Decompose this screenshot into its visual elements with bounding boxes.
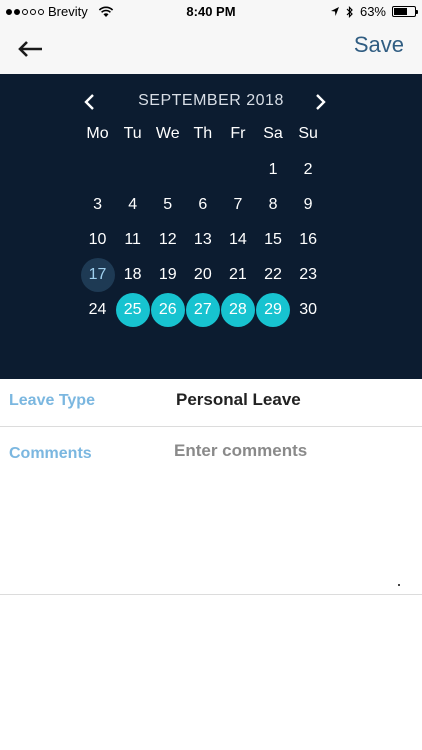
calendar-date[interactable]: 30	[291, 293, 325, 327]
day-cell: 22	[255, 257, 290, 292]
day-cell: 30	[291, 292, 326, 327]
calendar-date[interactable]: 4	[116, 188, 150, 222]
calendar-header: SEPTEMBER 2018	[0, 90, 422, 114]
day-cell: 18	[115, 257, 150, 292]
calendar-date[interactable]: 23	[291, 258, 325, 292]
selected-date[interactable]: 28	[220, 292, 255, 327]
weekday-header: We	[155, 125, 180, 142]
day-cell: 3	[80, 187, 115, 222]
empty-day-cell	[80, 152, 115, 187]
save-button[interactable]: Save	[354, 32, 404, 58]
calendar-date[interactable]: 1	[256, 153, 290, 187]
calendar-date[interactable]: 11	[116, 223, 150, 257]
calendar-date[interactable]: 12	[151, 223, 185, 257]
day-cell: 10	[80, 222, 115, 257]
calendar-date[interactable]: 8	[256, 188, 290, 222]
empty-day-cell	[150, 152, 185, 187]
day-cell: 27	[185, 292, 220, 327]
day-cell: 26	[150, 292, 185, 327]
back-button[interactable]	[16, 34, 46, 64]
day-cell: 11	[115, 222, 150, 257]
selected-date[interactable]: 29	[256, 292, 291, 327]
status-right: 63%	[330, 4, 418, 19]
calendar-date[interactable]: 13	[186, 223, 220, 257]
day-cell: 29	[255, 292, 291, 327]
month-label: SEPTEMBER 2018	[138, 92, 284, 109]
day-cell: 12	[150, 222, 185, 257]
day-cell: 19	[150, 257, 185, 292]
comments-label: Comments	[9, 445, 92, 462]
nav-bar: Save	[0, 24, 422, 74]
day-cell: 13	[185, 222, 220, 257]
day-cell: 7	[220, 187, 255, 222]
weekday-header: Tu	[123, 125, 142, 142]
resize-dot	[398, 584, 400, 586]
calendar-date[interactable]: 6	[186, 188, 220, 222]
day-cell: 9	[291, 187, 326, 222]
day-cell: 28	[220, 292, 255, 327]
weekday-header: Fr	[230, 125, 246, 142]
arrow-left-icon	[18, 41, 42, 57]
calendar-date[interactable]: 10	[81, 223, 115, 257]
calendar-date[interactable]: 24	[81, 293, 115, 327]
calendar-grid: Mo Tu We Th Fr Sa Su 1 2 3 4 5 6 7 8 9 10 11 12 13 14 15 16 17 1…	[80, 116, 326, 327]
status-bar: Brevity 8:40 PM 63%	[0, 0, 422, 24]
day-cell: 25	[115, 292, 150, 327]
calendar-date[interactable]: 2	[291, 153, 325, 187]
empty-day-cell	[115, 152, 150, 187]
calendar-date[interactable]: 16	[291, 223, 325, 257]
empty-day-cell	[220, 152, 255, 187]
empty-day-cell	[185, 152, 220, 187]
battery-percent: 63%	[359, 4, 386, 19]
day-cell: 24	[80, 292, 115, 327]
day-cell: 1	[255, 152, 290, 187]
selected-date[interactable]: 25	[115, 292, 150, 327]
weekday-header: Sa	[263, 125, 283, 142]
calendar-date[interactable]: 3	[81, 188, 115, 222]
calendar-date[interactable]: 22	[256, 258, 290, 292]
selected-date[interactable]: 26	[150, 292, 185, 327]
calendar-date[interactable]: 9	[291, 188, 325, 222]
leave-type-label: Leave Type	[9, 392, 95, 409]
day-cell: 5	[150, 187, 185, 222]
comments-row: Comments	[0, 427, 422, 595]
selected-date[interactable]: 27	[185, 292, 220, 327]
leave-type-selector[interactable]: Personal Leave	[176, 390, 301, 410]
calendar-date[interactable]: 7	[221, 188, 255, 222]
weekday-header: Th	[193, 125, 213, 142]
day-cell: 15	[255, 222, 290, 257]
today-date[interactable]: 17	[80, 257, 115, 292]
day-cell: 21	[220, 257, 255, 292]
calendar-date[interactable]: 19	[151, 258, 185, 292]
chevron-right-icon	[316, 94, 326, 110]
day-cell: 23	[291, 257, 326, 292]
day-cell: 8	[255, 187, 290, 222]
day-cell: 16	[291, 222, 326, 257]
calendar-date[interactable]: 15	[256, 223, 290, 257]
battery-icon	[392, 6, 418, 17]
calendar-date[interactable]: 20	[186, 258, 220, 292]
calendar: SEPTEMBER 2018 Mo Tu We Th Fr Sa Su 1 2 3 4 5 6 7 8 9 10…	[0, 74, 422, 379]
leave-type-row: Leave Type Personal Leave	[0, 379, 422, 427]
location-arrow-icon	[330, 7, 339, 16]
calendar-date[interactable]: 18	[116, 258, 150, 292]
weekday-header: Su	[298, 125, 318, 142]
calendar-date[interactable]: 5	[151, 188, 185, 222]
day-cell: 6	[185, 187, 220, 222]
bluetooth-icon	[346, 5, 353, 18]
day-cell: 4	[115, 187, 150, 222]
next-month-button[interactable]	[310, 90, 330, 114]
comments-input[interactable]	[174, 441, 410, 581]
day-cell: 2	[291, 152, 326, 187]
day-cell: 14	[220, 222, 255, 257]
calendar-date[interactable]: 14	[221, 223, 255, 257]
day-cell: 17	[80, 257, 115, 292]
day-cell: 20	[185, 257, 220, 292]
calendar-date[interactable]: 21	[221, 258, 255, 292]
weekday-header: Mo	[86, 125, 109, 142]
